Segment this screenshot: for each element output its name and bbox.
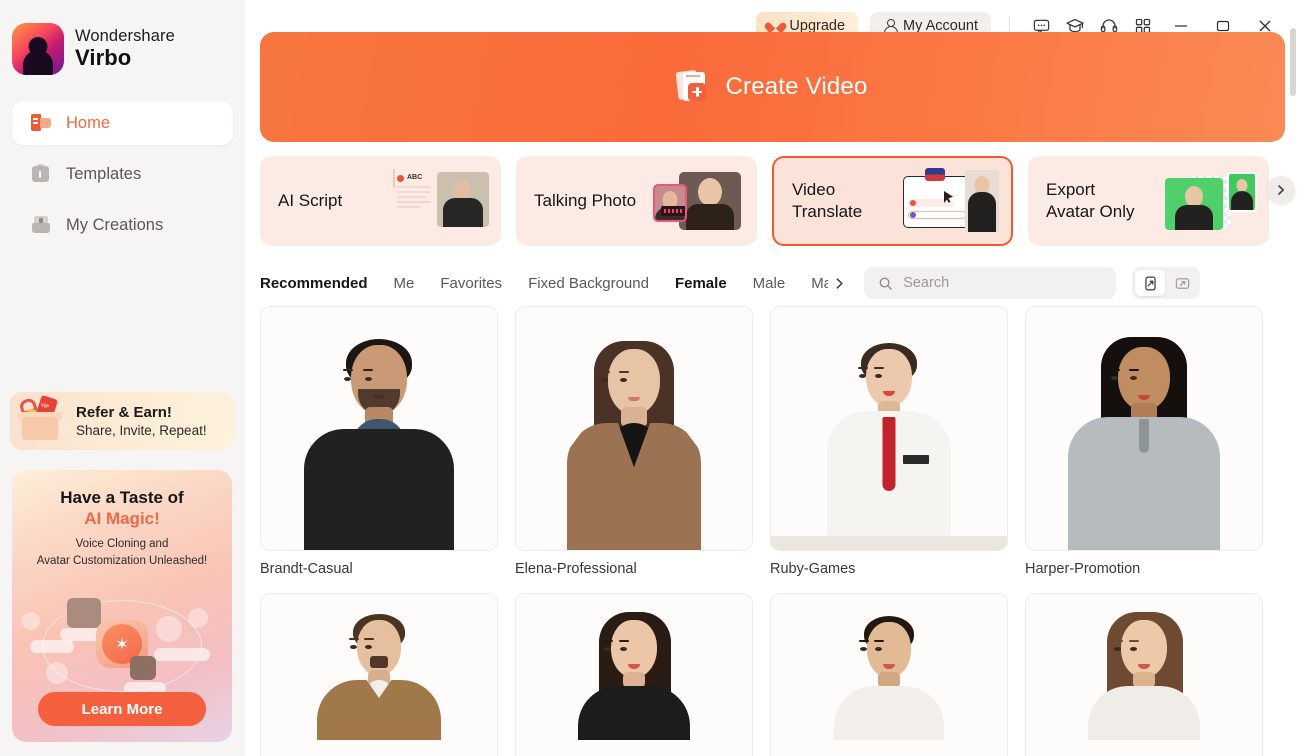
ai-script-thumb: ABC xyxy=(393,169,489,232)
ai-magic-title-line1: Have a Taste of xyxy=(60,488,184,507)
landscape-ratio-button[interactable] xyxy=(1167,270,1197,296)
brand-text: Wondershare Virbo xyxy=(75,27,175,71)
avatar-card[interactable]: Harper-Promotion xyxy=(1025,306,1263,577)
refer-card-subtitle: Share, Invite, Repeat! xyxy=(76,422,207,438)
sidebar-nav: Home Templates My Creations xyxy=(0,101,245,247)
main-area: Upgrade My Account Create Video AI Scrip… xyxy=(245,0,1300,756)
chevron-right-icon xyxy=(836,277,843,289)
avatar-name: Elena-Professional xyxy=(515,561,637,577)
features-next-button[interactable] xyxy=(1267,176,1295,204)
sidebar-item-home[interactable]: Home xyxy=(12,101,233,145)
create-video-banner[interactable]: Create Video xyxy=(260,32,1285,142)
document-plus-icon xyxy=(675,69,711,104)
refer-card-text: Refer & Earn! Share, Invite, Repeat! xyxy=(76,403,207,439)
avatar-card[interactable]: Ruby-Games xyxy=(770,306,1008,577)
ai-magic-learn-more-button[interactable]: Learn More xyxy=(38,692,206,726)
search-input[interactable]: Search xyxy=(864,267,1117,299)
virbo-app-window: Wondershare Virbo Home Templates My Crea… xyxy=(0,0,1300,756)
feature-card-row: AI Script ABC Talking Photo Video Transl… xyxy=(260,156,1300,246)
aspect-ratio-toggle-group xyxy=(1132,267,1201,299)
avatar-card[interactable] xyxy=(515,593,753,756)
export-avatar-thumb xyxy=(1161,170,1257,232)
sidebar-item-home-label: Home xyxy=(66,113,111,132)
tab-female[interactable]: Female xyxy=(662,275,740,292)
avatar-name: Harper-Promotion xyxy=(1025,561,1141,577)
templates-icon xyxy=(30,163,52,185)
avatar-thumbnail[interactable] xyxy=(515,306,753,551)
avatar-thumbnail[interactable] xyxy=(260,593,498,756)
avatar-card[interactable] xyxy=(260,593,498,756)
ai-magic-title-line2: AI Magic! xyxy=(84,509,160,528)
app-brand: Wondershare Virbo xyxy=(0,0,245,75)
avatar-thumbnail[interactable] xyxy=(515,593,753,756)
avatar-card[interactable]: Brandt-Casual xyxy=(260,306,498,577)
refer-card-title: Refer & Earn! xyxy=(76,403,172,421)
tab-fixed-background[interactable]: Fixed Background xyxy=(515,275,662,292)
virbo-logo-icon xyxy=(12,23,64,75)
tab-me[interactable]: Me xyxy=(381,275,428,292)
content-scrollbar[interactable] xyxy=(1290,28,1296,448)
portrait-ratio-button[interactable] xyxy=(1135,270,1166,296)
tab-favorites[interactable]: Favorites xyxy=(427,275,515,292)
filter-bar: Recommended Me Favorites Fixed Backgroun… xyxy=(260,262,1300,304)
avatar-card[interactable] xyxy=(770,593,1008,756)
portrait-ratio-icon xyxy=(1145,275,1156,291)
sidebar: Wondershare Virbo Home Templates My Crea… xyxy=(0,0,245,756)
avatar-thumbnail[interactable] xyxy=(770,306,1008,551)
create-video-label: Create Video xyxy=(725,73,868,100)
avatar-thumbnail[interactable] xyxy=(1025,306,1263,551)
avatar-card[interactable]: Elena-Professional xyxy=(515,306,753,577)
sidebar-item-templates[interactable]: Templates xyxy=(12,152,233,196)
search-icon xyxy=(879,277,892,290)
scrollbar-thumb[interactable] xyxy=(1290,28,1296,96)
avatar-card[interactable] xyxy=(1025,593,1263,756)
filter-tabs: Recommended Me Favorites Fixed Backgroun… xyxy=(260,275,850,292)
sidebar-item-my-creations-label: My Creations xyxy=(66,215,164,234)
crown-heart-icon xyxy=(769,20,782,32)
tab-male[interactable]: Male xyxy=(740,275,799,292)
avatar-thumbnail[interactable] xyxy=(770,593,1008,756)
refer-and-earn-card[interactable]: Refer & Earn! Share, Invite, Repeat! xyxy=(10,392,234,450)
landscape-ratio-icon xyxy=(1175,277,1189,289)
feature-card-video-translate-label: Video Translate xyxy=(792,180,863,221)
person-icon xyxy=(883,19,898,35)
feature-card-export-avatar-only[interactable]: Export Avatar Only xyxy=(1028,156,1269,246)
avatar-grid: Brandt-Casual Elena-Professional Ruby-Ga… xyxy=(260,306,1295,756)
chevron-right-icon xyxy=(1278,185,1285,195)
tab-overflow-partial[interactable]: Ma xyxy=(798,275,828,292)
my-creations-icon xyxy=(30,214,52,236)
home-icon xyxy=(30,112,52,134)
feature-card-video-translate[interactable]: Video Translate xyxy=(772,156,1013,246)
avatar-name: Brandt-Casual xyxy=(260,561,353,577)
gift-box-icon xyxy=(10,394,76,447)
ai-magic-desc-line1: Voice Cloning and xyxy=(75,538,169,550)
tab-recommended[interactable]: Recommended xyxy=(260,275,381,292)
ai-magic-promo-card[interactable]: Have a Taste of AI Magic! Voice Cloning … xyxy=(12,470,232,742)
feature-card-talking-photo-label: Talking Photo xyxy=(534,191,637,211)
sidebar-item-my-creations[interactable]: My Creations xyxy=(12,203,233,247)
avatar-thumbnail[interactable] xyxy=(1025,593,1263,756)
feature-card-talking-photo[interactable]: Talking Photo xyxy=(516,156,757,246)
search-placeholder: Search xyxy=(903,275,950,291)
video-translate-thumb xyxy=(903,168,999,232)
feature-card-ai-script[interactable]: AI Script ABC xyxy=(260,156,501,246)
tabs-next-button[interactable] xyxy=(828,277,850,290)
brand-company-name: Wondershare xyxy=(75,27,175,46)
sidebar-item-templates-label: Templates xyxy=(66,164,142,183)
avatar-name: Ruby-Games xyxy=(770,561,856,577)
feature-card-ai-script-label: AI Script xyxy=(278,191,343,211)
ai-magic-desc-line2: Avatar Customization Unleashed! xyxy=(36,554,208,567)
ai-magic-illustration: ✶ xyxy=(12,598,232,698)
feature-card-export-avatar-label: Export Avatar Only xyxy=(1046,180,1135,221)
brand-product-name: Virbo xyxy=(75,45,132,71)
avatar-thumbnail[interactable] xyxy=(260,306,498,551)
talking-photo-thumb xyxy=(649,170,745,232)
